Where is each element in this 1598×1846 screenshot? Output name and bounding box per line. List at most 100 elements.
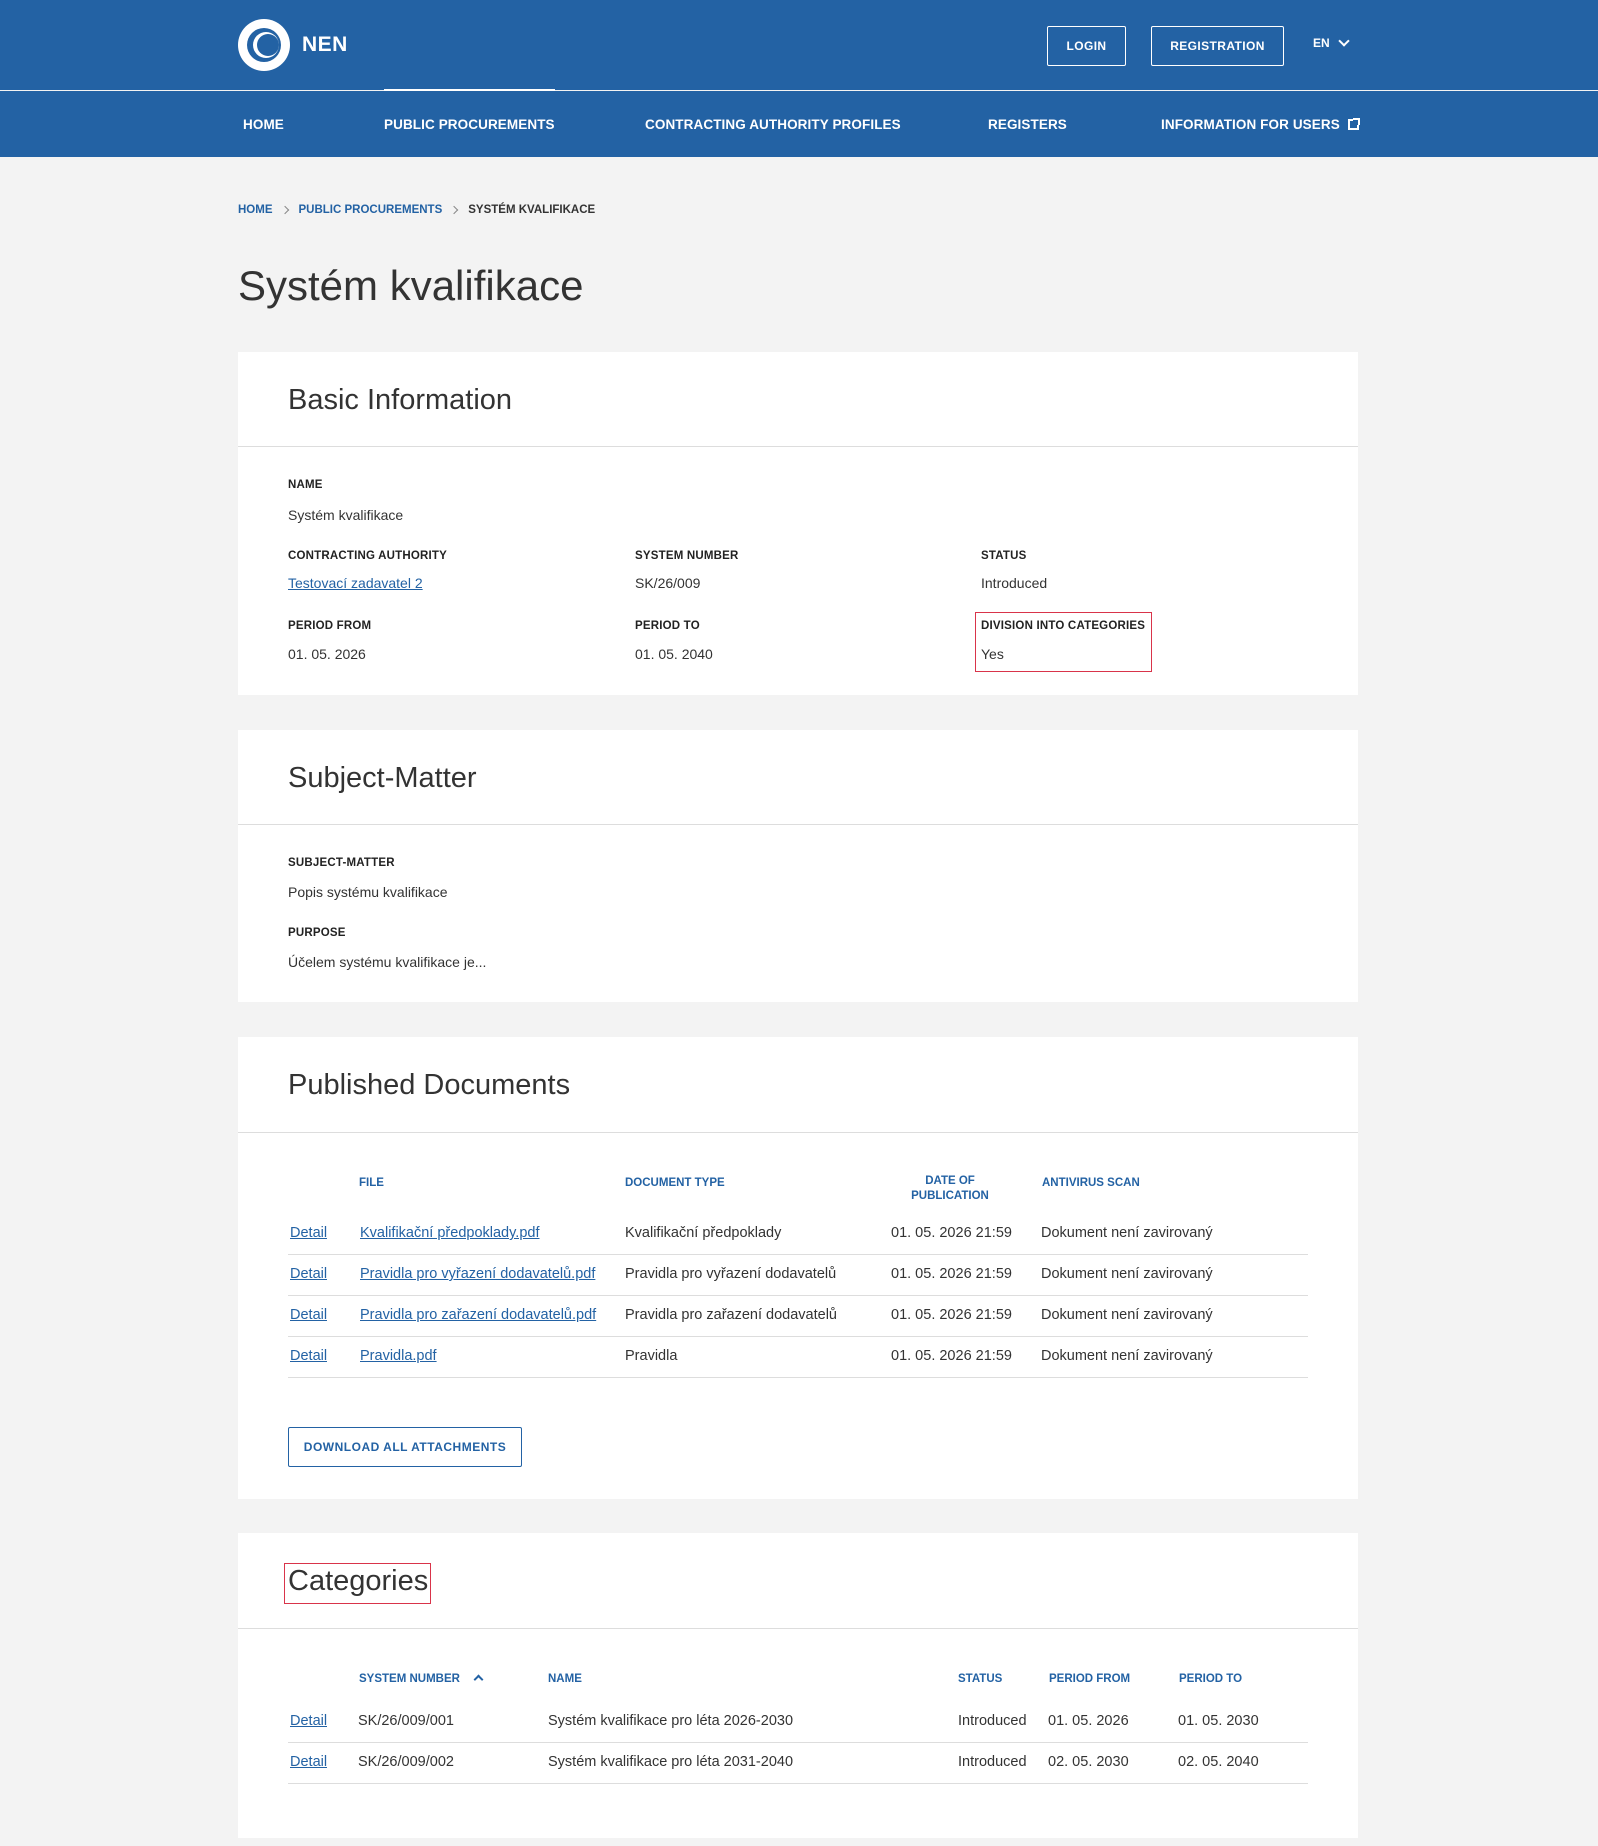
language-label: EN [1313, 36, 1330, 50]
chevron-down-icon [1338, 35, 1350, 47]
card-header: Published Documents [238, 1037, 1358, 1133]
category-period-from: 02. 05. 2030 [1048, 1754, 1129, 1770]
breadcrumb-current: SYSTÉM KVALIFIKACE [468, 204, 596, 216]
nav-information-for-users[interactable]: INFORMATION FOR USERS [1161, 91, 1360, 157]
card-header: Categories [238, 1533, 1358, 1629]
document-file-link[interactable]: Pravidla pro zařazení dodavatelů.pdf [360, 1307, 620, 1323]
column-header-date-of-publication[interactable]: DATE OF PUBLICATION [890, 1174, 1010, 1204]
name-value: Systém kvalifikace [288, 507, 404, 523]
document-date: 01. 05. 2026 21:59 [891, 1266, 1012, 1282]
chevron-right-icon [450, 205, 459, 215]
row-divider [288, 1336, 1308, 1337]
row-divider [288, 1254, 1308, 1255]
nav-contracting-authority-profiles[interactable]: CONTRACTING AUTHORITY PROFILES [645, 91, 901, 157]
highlight-box [284, 1563, 431, 1604]
period-from-label: PERIOD FROM [288, 620, 372, 632]
system-number-header-label: SYSTEM NUMBER [359, 1673, 460, 1685]
nav-home[interactable]: HOME [243, 91, 284, 157]
top-header: NEN LOGIN REGISTRATION EN [0, 0, 1598, 90]
document-type: Pravidla pro zařazení dodavatelů [625, 1307, 837, 1323]
column-header-period-from[interactable]: PERIOD FROM [1049, 1673, 1130, 1685]
chevron-right-icon [280, 205, 289, 215]
column-header-name[interactable]: NAME [548, 1673, 582, 1685]
category-name: Systém kvalifikace pro léta 2031-2040 [548, 1754, 794, 1770]
row-divider [288, 1742, 1308, 1743]
row-divider [288, 1295, 1308, 1296]
period-from-value: 01. 05. 2026 [288, 646, 366, 662]
category-detail-link[interactable]: Detail [290, 1713, 327, 1729]
language-selector[interactable]: EN [1313, 35, 1350, 50]
name-label: NAME [288, 479, 323, 491]
category-system-number: SK/26/009/001 [358, 1713, 454, 1729]
subject-matter-card: Subject-Matter SUBJECT-MATTER Popis syst… [238, 730, 1358, 1002]
download-all-attachments-button[interactable]: DOWNLOAD ALL ATTACHMENTS [288, 1427, 522, 1467]
status-value: Introduced [981, 575, 1048, 591]
document-detail-link[interactable]: Detail [290, 1307, 327, 1323]
nen-logo[interactable]: NEN [238, 19, 348, 71]
card-title: Subject-Matter [288, 762, 477, 794]
document-type: Pravidla [625, 1348, 678, 1364]
column-header-file[interactable]: FILE [359, 1177, 384, 1189]
nav-registers[interactable]: REGISTERS [988, 91, 1067, 157]
document-date: 01. 05. 2026 21:59 [891, 1225, 1012, 1241]
period-to-label: PERIOD TO [635, 620, 700, 632]
contracting-authority-label: CONTRACTING AUTHORITY [288, 550, 448, 562]
breadcrumb-public-procurements[interactable]: PUBLIC PROCUREMENTS [299, 204, 443, 216]
system-number-value: SK/26/009 [635, 575, 701, 591]
document-detail-link[interactable]: Detail [290, 1266, 327, 1282]
card-header: Basic Information [238, 352, 1358, 447]
registration-button[interactable]: REGISTRATION [1151, 26, 1284, 66]
category-period-to: 01. 05. 2030 [1178, 1713, 1259, 1729]
login-button[interactable]: LOGIN [1047, 26, 1126, 66]
column-header-document-type[interactable]: DOCUMENT TYPE [625, 1177, 725, 1189]
category-name: Systém kvalifikace pro léta 2026-2030 [548, 1713, 794, 1729]
purpose-value: Účelem systému kvalifikace je... [288, 954, 487, 970]
document-file-link[interactable]: Pravidla.pdf [360, 1348, 620, 1364]
status-label: STATUS [981, 550, 1027, 562]
basic-information-card: Basic Information NAME Systém kvalifikac… [238, 352, 1358, 695]
sort-ascending-icon [473, 1674, 484, 1685]
page-title: Systém kvalifikace [238, 262, 584, 309]
document-scan: Dokument není zavirovaný [1041, 1225, 1213, 1241]
row-divider [288, 1783, 1308, 1784]
category-system-number: SK/26/009/002 [358, 1754, 454, 1770]
division-into-categories-value: Yes [981, 646, 1004, 662]
column-header-status[interactable]: STATUS [958, 1673, 1002, 1685]
breadcrumb-home[interactable]: HOME [238, 204, 273, 216]
main-nav: HOME PUBLIC PROCUREMENTS CONTRACTING AUT… [0, 89, 1598, 157]
document-scan: Dokument není zavirovaný [1041, 1348, 1213, 1364]
system-number-label: SYSTEM NUMBER [635, 550, 739, 562]
period-to-value: 01. 05. 2040 [635, 646, 713, 662]
published-documents-card: Published Documents FILE DOCUMENT TYPE D… [238, 1037, 1358, 1499]
date-header-line1: DATE OF [925, 1175, 975, 1187]
document-date: 01. 05. 2026 21:59 [891, 1307, 1012, 1323]
nav-public-procurements[interactable]: PUBLIC PROCUREMENTS [384, 89, 555, 157]
category-period-to: 02. 05. 2040 [1178, 1754, 1259, 1770]
column-header-period-to[interactable]: PERIOD TO [1179, 1673, 1242, 1685]
document-scan: Dokument není zavirovaný [1041, 1307, 1213, 1323]
purpose-label: PURPOSE [288, 927, 346, 939]
document-detail-link[interactable]: Detail [290, 1348, 327, 1364]
category-period-from: 01. 05. 2026 [1048, 1713, 1129, 1729]
column-header-antivirus-scan[interactable]: ANTIVIRUS SCAN [1042, 1177, 1140, 1189]
column-header-system-number[interactable]: SYSTEM NUMBER [359, 1673, 484, 1685]
category-detail-link[interactable]: Detail [290, 1754, 327, 1770]
card-title: Published Documents [288, 1069, 571, 1101]
contracting-authority-link[interactable]: Testovací zadavatel 2 [288, 575, 423, 591]
division-into-categories-label: DIVISION INTO CATEGORIES [981, 620, 1146, 632]
document-scan: Dokument není zavirovaný [1041, 1266, 1213, 1282]
row-divider [288, 1377, 1308, 1378]
document-type: Pravidla pro vyřazení dodavatelů [625, 1266, 837, 1282]
categories-card: Categories SYSTEM NUMBER NAME STATUS PER… [238, 1533, 1358, 1838]
logo-text: NEN [302, 33, 348, 56]
document-date: 01. 05. 2026 21:59 [891, 1348, 1012, 1364]
document-type: Kvalifikační předpoklady [625, 1225, 782, 1241]
logo-icon [238, 19, 290, 71]
nav-information-label: INFORMATION FOR USERS [1161, 116, 1340, 132]
document-file-link[interactable]: Kvalifikační předpoklady.pdf [360, 1225, 620, 1241]
breadcrumb: HOME PUBLIC PROCUREMENTS SYSTÉM KVALIFIK… [238, 204, 595, 216]
document-detail-link[interactable]: Detail [290, 1225, 327, 1241]
date-header-line2: PUBLICATION [911, 1190, 989, 1202]
document-file-link[interactable]: Pravidla pro vyřazení dodavatelů.pdf [360, 1266, 620, 1282]
category-status: Introduced [958, 1713, 1027, 1729]
